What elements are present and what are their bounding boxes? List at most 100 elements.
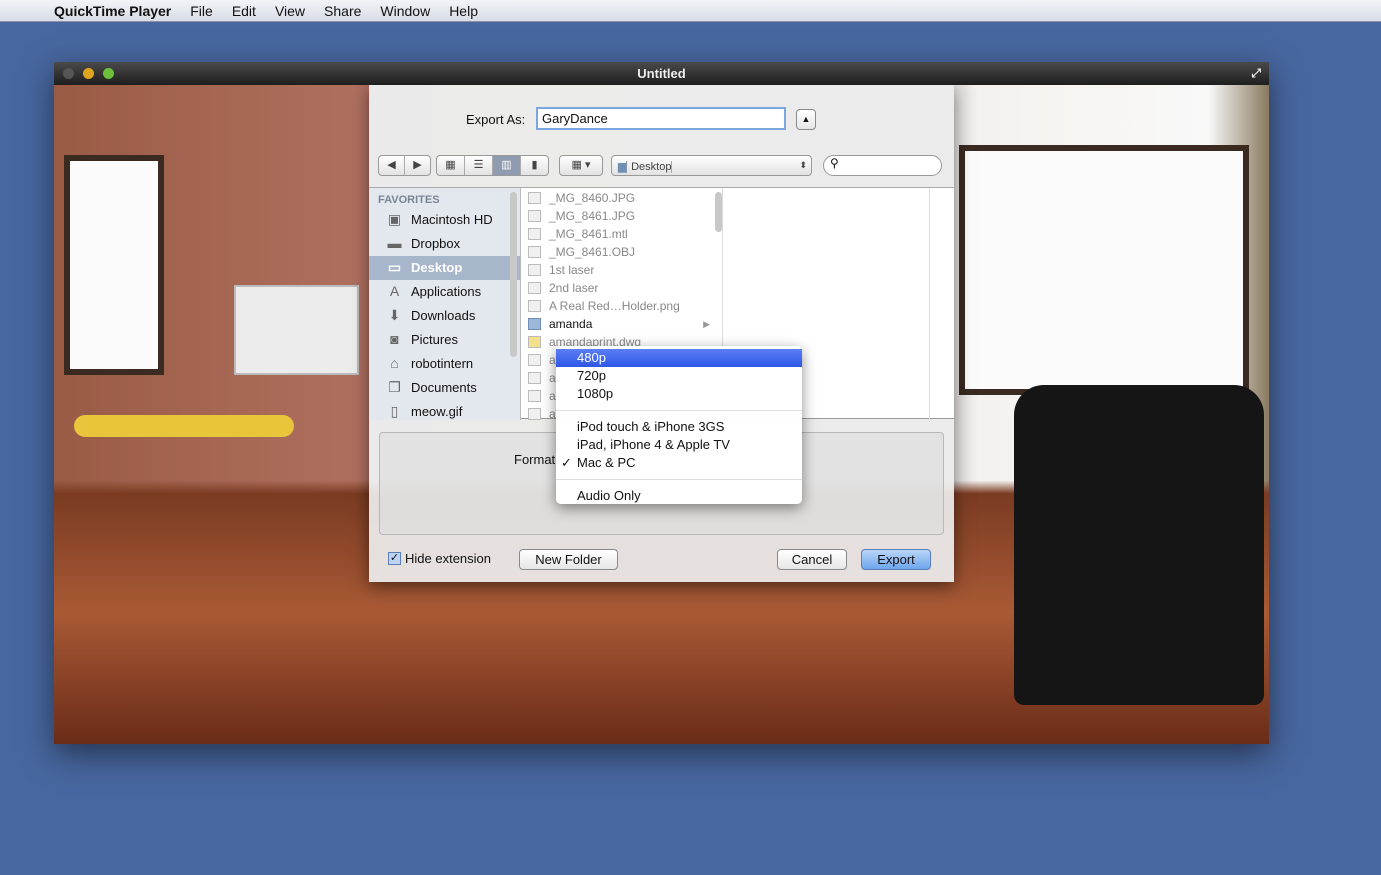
column-view-icon[interactable]: ▥ — [493, 156, 521, 175]
sidebar-header: FAVORITES — [378, 194, 440, 206]
menu-share[interactable]: Share — [324, 3, 361, 19]
sidebar-item-label: Applications — [411, 284, 482, 299]
file-item[interactable]: _MG_8461.JPG — [522, 207, 722, 225]
sidebar-item-pictures[interactable]: ◙ Pictures — [369, 328, 520, 352]
sidebar-item-label: Pictures — [411, 332, 458, 347]
checkmark-icon: ✓ — [561, 455, 572, 470]
file-item[interactable]: _MG_8461.OBJ — [522, 243, 722, 261]
dxf-file-icon — [528, 354, 541, 366]
location-value: Desktop — [631, 161, 673, 173]
menu-item-720p[interactable]: 720p — [556, 367, 802, 385]
menu-edit[interactable]: Edit — [232, 3, 256, 19]
folder-icon: ▆ — [618, 161, 628, 173]
arrange-button[interactable]: ▦ ▾ — [559, 155, 603, 176]
menu-item-ipad-appletv[interactable]: iPad, iPhone 4 & Apple TV — [556, 436, 802, 454]
file-name: _MG_8460.JPG — [549, 191, 636, 205]
hide-extension-checkbox[interactable]: ✓ Hide extension — [388, 551, 491, 566]
file-name: 2nd laser — [549, 281, 599, 295]
back-forward-control[interactable]: ◀ ▶ — [378, 155, 431, 176]
menu-item-480p[interactable]: 480p — [556, 349, 802, 367]
folder-item[interactable]: amanda ▶ — [522, 315, 722, 333]
sidebar-item-meow-gif[interactable]: ▯ meow.gif — [369, 400, 520, 420]
sidebar-item-documents[interactable]: ❐ Documents — [369, 376, 520, 400]
coverflow-view-icon[interactable]: ▮ — [521, 156, 548, 175]
file-name: a — [549, 407, 556, 420]
image-file-icon — [528, 264, 541, 276]
sidebar-item-dropbox[interactable]: ▬ Dropbox — [369, 232, 520, 256]
export-as-field[interactable]: GaryDance — [536, 107, 786, 130]
file-name: A Real Red…Holder.png — [549, 299, 680, 313]
folder-icon — [528, 318, 541, 330]
menu-file[interactable]: File — [190, 3, 213, 19]
hide-extension-label: Hide extension — [405, 551, 491, 566]
file-scrollbar[interactable] — [715, 192, 722, 232]
checkbox-check-icon[interactable]: ✓ — [388, 552, 401, 565]
file-name: a — [549, 371, 556, 385]
sidebar-scrollbar[interactable] — [510, 192, 517, 357]
menu-item-1080p[interactable]: 1080p — [556, 385, 802, 403]
document-file-icon — [528, 372, 541, 384]
menu-item-mac-pc[interactable]: ✓ Mac & PC — [556, 454, 802, 472]
new-folder-button[interactable]: New Folder — [519, 549, 618, 570]
file-icon: ▯ — [390, 403, 399, 419]
zoom-button[interactable] — [103, 68, 114, 79]
file-item[interactable]: A Real Red…Holder.png — [522, 297, 722, 315]
back-icon[interactable]: ◀ — [379, 156, 405, 175]
sidebar-item-macintosh-hd[interactable]: ▣ Macintosh HD — [369, 208, 520, 232]
collapse-button[interactable]: ▲ — [796, 109, 816, 130]
format-label: Format — [514, 452, 556, 467]
menu-window[interactable]: Window — [380, 3, 430, 19]
sidebar-item-label: Downloads — [411, 308, 476, 323]
window-title: Untitled — [637, 66, 686, 81]
window-left — [64, 155, 164, 375]
file-item[interactable]: _MG_8461.mtl — [522, 225, 722, 243]
export-button[interactable]: Export — [861, 549, 931, 570]
menu-separator — [556, 479, 802, 480]
file-name: 1st laser — [549, 263, 595, 277]
menu-item-ipod-touch[interactable]: iPod touch & iPhone 3GS — [556, 418, 802, 436]
desktop-icon: ▭ — [387, 259, 402, 275]
fullscreen-icon[interactable]: ⤢ — [1251, 62, 1261, 85]
sidebar-item-applications[interactable]: A Applications — [369, 280, 520, 304]
file-item[interactable]: 2nd laser — [522, 279, 722, 297]
file-name: _MG_8461.mtl — [549, 227, 628, 241]
menu-help[interactable]: Help — [449, 3, 478, 19]
file-name: a — [549, 389, 556, 403]
menu-app[interactable]: QuickTime Player — [54, 3, 171, 19]
minimize-button[interactable] — [83, 68, 94, 79]
location-popup[interactable]: ▆ Desktop ⬍ — [611, 155, 812, 176]
image-file-icon — [528, 192, 541, 204]
close-button[interactable] — [63, 68, 74, 79]
menu-item-label: Mac & PC — [577, 455, 636, 470]
disclosure-arrow-icon: ▶ — [703, 319, 710, 329]
home-icon: ⌂ — [390, 355, 399, 371]
file-item[interactable]: _MG_8460.JPG — [522, 189, 722, 207]
sidebar-item-robotintern[interactable]: ⌂ robotintern — [369, 352, 520, 376]
format-dropdown-menu: 480p 720p 1080p iPod touch & iPhone 3GS … — [556, 346, 802, 504]
forward-icon[interactable]: ▶ — [405, 156, 430, 175]
dwg-file-icon — [528, 336, 541, 348]
icon-view-icon[interactable]: ▦ — [437, 156, 465, 175]
generic-file-icon — [528, 408, 541, 420]
menu-view[interactable]: View — [275, 3, 305, 19]
camera-icon: ◙ — [390, 331, 399, 347]
sidebar-item-label: Desktop — [411, 260, 463, 275]
sidebar-item-downloads[interactable]: ⬇ Downloads — [369, 304, 520, 328]
chair — [1014, 385, 1264, 705]
sidebar-item-desktop[interactable]: ▭ Desktop — [369, 256, 520, 280]
menu-bar: QuickTime Player File Edit View Share Wi… — [0, 0, 1381, 22]
menu-separator — [556, 410, 802, 411]
sidebar: FAVORITES ▣ Macintosh HD ▬ Dropbox ▭ Deskto… — [369, 188, 521, 420]
stool-seat — [74, 415, 294, 437]
menu-item-audio-only[interactable]: Audio Only — [556, 487, 802, 505]
list-view-icon[interactable]: ☰ — [465, 156, 493, 175]
document-file-icon — [528, 228, 541, 240]
file-item[interactable]: 1st laser — [522, 261, 722, 279]
file-name: amanda — [549, 317, 593, 331]
view-mode-control[interactable]: ▦ ☰ ▥ ▮ — [436, 155, 549, 176]
search-field[interactable]: ⚲ — [823, 155, 942, 176]
sidebar-item-label: robotintern — [411, 356, 474, 371]
file-name: _MG_8461.OBJ — [549, 245, 636, 259]
cancel-button[interactable]: Cancel — [777, 549, 847, 570]
downloads-icon: ⬇ — [388, 307, 401, 323]
